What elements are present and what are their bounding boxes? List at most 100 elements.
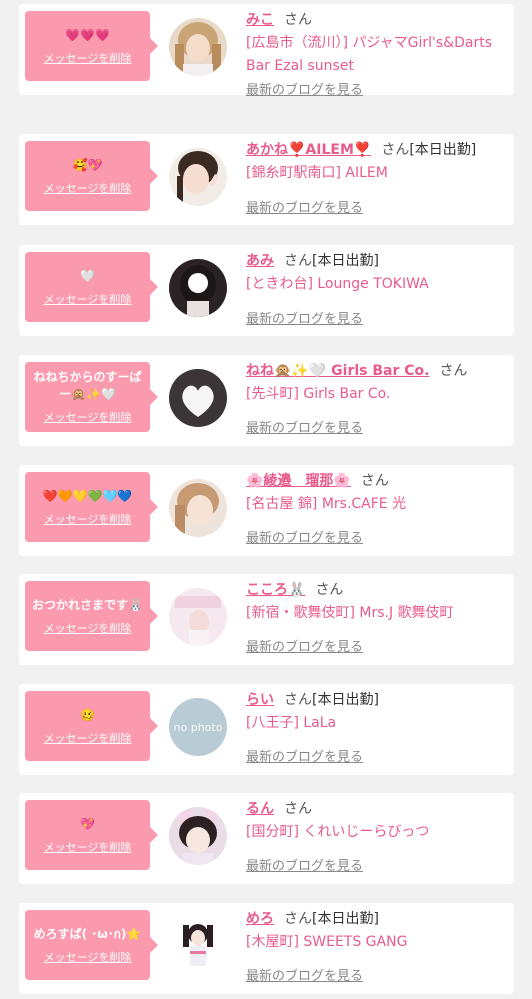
message-text: 💗💗💗 <box>65 27 110 42</box>
latest-blog-link[interactable]: 最新のブログを見る <box>246 640 363 656</box>
message-bubble: 💗💗💗 メッセージを削除 <box>25 11 158 81</box>
status-badge: [本日出勤] <box>312 692 379 708</box>
message-card: 🥰💖 メッセージを削除 あかね❣️AILEM❣️ さん[本日出勤] [錦糸町駅南口… <box>19 134 514 225</box>
latest-blog-link[interactable]: 最新のブログを見る <box>246 83 363 99</box>
message-text: ❤️🧡💛💚🩵💙 <box>42 488 133 503</box>
card-info: 🌸綾邉 瑠那🌸 さん [名古屋 錦] Mrs.CAFE 光 <box>246 471 508 516</box>
message-text: 🥰💖 <box>72 157 103 172</box>
message-card: ❤️🧡💛💚🩵💙 メッセージを削除 🌸綾邉 瑠那🌸 さん [名古屋 錦] Mrs.C… <box>19 465 514 556</box>
message-card: おつかれさまです🐰 メッセージを削除 こころ🐰 さん [新宿・歌舞伎町] Mrs.… <box>19 574 514 665</box>
message-bubble: 💖 メッセージを削除 <box>25 800 158 870</box>
card-info: みこ さん [広島市（流川）] パジャマGirl's&Darts Bar Ezal… <box>246 10 508 78</box>
delete-message-link[interactable]: メッセージを削除 <box>44 730 132 746</box>
honorific: さん <box>360 473 389 489</box>
message-text: ねねちからのすーぱー🙊✨🤍 <box>33 370 142 401</box>
avatar[interactable] <box>169 479 227 537</box>
latest-blog-link[interactable]: 最新のブログを見る <box>246 859 363 875</box>
message-bubble: 🥴 メッセージを削除 <box>25 691 158 761</box>
message-text: おつかれさまです🐰 <box>32 597 143 612</box>
name-line: あかね❣️AILEM❣️ さん[本日出勤] <box>246 140 508 160</box>
name-line: ねね🙊✨🤍 Girls Bar Co. さん <box>246 361 508 381</box>
delete-message-link[interactable]: メッセージを削除 <box>44 180 132 196</box>
message-bubble: めろすば( ･ω･ก)⭐ メッセージを削除 <box>25 910 158 980</box>
avatar[interactable] <box>169 369 227 427</box>
message-card: 🥴 メッセージを削除 no photo らい さん[本日出勤] [八王子] LaL… <box>19 684 514 775</box>
cast-name-link[interactable]: こころ🐰 <box>246 582 305 598</box>
card-info: るん さん [国分町] くれいじーらびっつ <box>246 799 508 844</box>
shop-link[interactable]: [国分町] くれいじーらびっつ <box>246 821 508 844</box>
shop-link[interactable]: [広島市（流川）] パジャマGirl's&Darts Bar Ezal suns… <box>246 32 508 78</box>
latest-blog-link[interactable]: 最新のブログを見る <box>246 421 363 437</box>
avatar-photo <box>169 259 227 317</box>
shop-link[interactable]: [八王子] LaLa <box>246 712 508 735</box>
shop-link[interactable]: [新宿・歌舞伎町] Mrs.J 歌舞伎町 <box>246 602 508 625</box>
name-line: こころ🐰 さん <box>246 580 508 600</box>
delete-message-link[interactable]: メッセージを削除 <box>44 511 132 527</box>
avatar-photo <box>169 148 227 206</box>
card-info: あかね❣️AILEM❣️ さん[本日出勤] [錦糸町駅南口] AILEM <box>246 140 508 185</box>
cast-name-link[interactable]: ねね🙊✨🤍 Girls Bar Co. <box>246 363 429 379</box>
avatar[interactable] <box>169 18 227 76</box>
shop-link[interactable]: [錦糸町駅南口] AILEM <box>246 162 508 185</box>
latest-blog-link[interactable]: 最新のブログを見る <box>246 531 363 547</box>
cast-name-link[interactable]: らい <box>246 692 274 708</box>
name-line: あみ さん[本日出勤] <box>246 251 508 271</box>
name-line: めろ さん[本日出勤] <box>246 909 508 929</box>
delete-message-link[interactable]: メッセージを削除 <box>44 50 132 66</box>
latest-blog-link[interactable]: 最新のブログを見る <box>246 969 363 985</box>
latest-blog-link[interactable]: 最新のブログを見る <box>246 750 363 766</box>
avatar-photo <box>169 479 227 537</box>
avatar-photo <box>169 807 227 865</box>
message-text: 🥴 <box>80 707 95 722</box>
shop-link[interactable]: [名古屋 錦] Mrs.CAFE 光 <box>246 493 508 516</box>
message-bubble: おつかれさまです🐰 メッセージを削除 <box>25 581 158 651</box>
name-line: 🌸綾邉 瑠那🌸 さん <box>246 471 508 491</box>
status-badge: [本日出勤] <box>409 142 477 158</box>
status-badge: [本日出勤] <box>312 253 379 269</box>
message-text: 💖 <box>80 816 95 831</box>
latest-blog-link[interactable]: 最新のブログを見る <box>246 201 363 217</box>
card-info: ねね🙊✨🤍 Girls Bar Co. さん [先斗町] Girls Bar Co… <box>246 361 508 406</box>
message-bubble: 🥰💖 メッセージを削除 <box>25 141 158 211</box>
delete-message-link[interactable]: メッセージを削除 <box>44 839 132 855</box>
shop-link[interactable]: [ときわ台] Lounge TOKIWA <box>246 273 508 296</box>
cast-name-link[interactable]: めろ <box>246 911 274 927</box>
message-bubble: 🤍 メッセージを削除 <box>25 252 158 322</box>
delete-message-link[interactable]: メッセージを削除 <box>44 409 132 425</box>
no-photo-avatar[interactable]: no photo <box>169 698 227 756</box>
message-bubble: ❤️🧡💛💚🩵💙 メッセージを削除 <box>25 472 158 542</box>
name-line: みこ さん <box>246 10 508 30</box>
cast-name-link[interactable]: みこ <box>246 12 274 28</box>
honorific: さん <box>284 911 312 927</box>
honorific: さん <box>284 12 312 28</box>
message-card: ねねちからのすーぱー🙊✨🤍 メッセージを削除 ねね🙊✨🤍 Girls Bar C… <box>19 355 514 446</box>
avatar[interactable] <box>169 807 227 865</box>
avatar[interactable] <box>169 588 227 646</box>
message-list: 💗💗💗 メッセージを削除 みこ さん [広島市（流川）] パジャマGirl's&D… <box>0 0 532 999</box>
avatar[interactable] <box>169 917 227 975</box>
honorific: さん <box>284 692 312 708</box>
avatar[interactable] <box>169 259 227 317</box>
cast-name-link[interactable]: あかね❣️AILEM❣️ <box>246 142 371 158</box>
cast-name-link[interactable]: るん <box>246 801 274 817</box>
message-card: 💗💗💗 メッセージを削除 みこ さん [広島市（流川）] パジャマGirl's&D… <box>19 4 514 98</box>
message-card: 💖 メッセージを削除 るん さん [国分町] くれいじーらびっつ 最新のブログを見… <box>19 793 514 884</box>
delete-message-link[interactable]: メッセージを削除 <box>44 620 132 636</box>
latest-blog-link[interactable]: 最新のブログを見る <box>246 312 363 328</box>
delete-message-link[interactable]: メッセージを削除 <box>44 291 132 307</box>
cast-name-link[interactable]: あみ <box>246 253 274 269</box>
avatar-photo <box>169 369 227 427</box>
card-info: らい さん[本日出勤] [八王子] LaLa <box>246 690 508 735</box>
shop-link[interactable]: [木屋町] SWEETS GANG <box>246 931 508 954</box>
name-line: らい さん[本日出勤] <box>246 690 508 710</box>
honorific: さん <box>439 363 468 379</box>
name-line: るん さん <box>246 799 508 819</box>
message-card: めろすば( ･ω･ก)⭐ メッセージを削除 めろ さん[本日出勤] [木屋町] S… <box>19 903 514 994</box>
shop-link[interactable]: [先斗町] Girls Bar Co. <box>246 383 508 406</box>
honorific: さん <box>284 253 312 269</box>
honorific: さん <box>381 142 410 158</box>
avatar-photo <box>169 588 227 646</box>
delete-message-link[interactable]: メッセージを削除 <box>44 949 132 965</box>
cast-name-link[interactable]: 🌸綾邉 瑠那🌸 <box>246 473 351 489</box>
avatar[interactable] <box>169 148 227 206</box>
